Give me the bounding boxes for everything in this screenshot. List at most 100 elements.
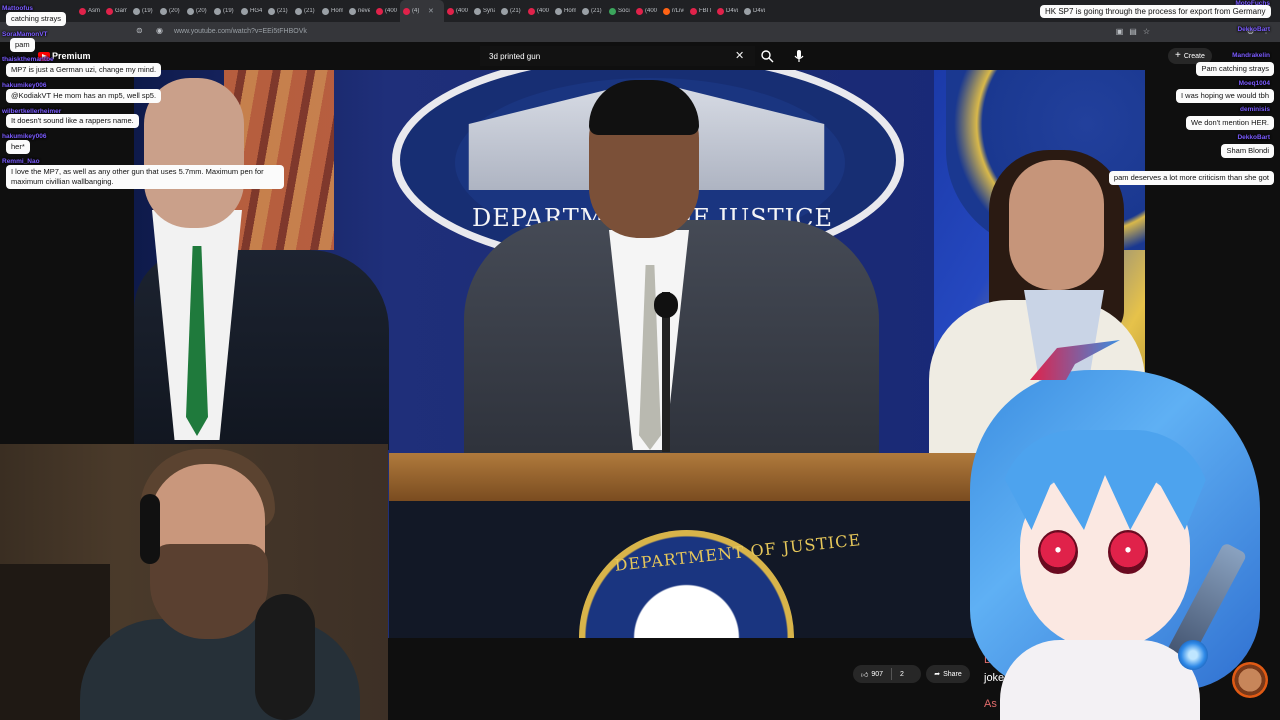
browser-tab[interactable]: (20) F [184, 0, 211, 22]
chat-message: pam deserves a lot more criticism than s… [1108, 171, 1274, 185]
chat-username: DekkoBart [1237, 26, 1270, 33]
tab-label: (20) F [169, 8, 181, 14]
youtube-header: Premium ✕ [0, 42, 1280, 70]
browser-tab[interactable]: Hom [319, 0, 346, 22]
tab-favicon-icon [582, 7, 589, 15]
create-label: Create [1183, 52, 1205, 60]
chat-message: It doesn't sound like a rappers name. [6, 114, 139, 128]
like-dislike-pill: 👍︎ 907 2 [853, 665, 921, 683]
browser-tab[interactable]: (20) F [157, 0, 184, 22]
tab-favicon-icon [79, 7, 86, 15]
bookmark-star-icon[interactable]: ☆ [1143, 27, 1150, 36]
share-icon: ➦ [934, 671, 941, 678]
tab-favicon-icon [744, 7, 751, 15]
tab-favicon-icon [636, 7, 643, 15]
youtube-logo-word: Premium [52, 51, 91, 61]
chat-message: her* [6, 140, 30, 154]
tab-label: Gam [115, 8, 127, 14]
tab-label: Asmo [88, 8, 100, 14]
thumbs-up-icon: 👍︎ [861, 671, 869, 679]
microphone-icon[interactable] [792, 49, 806, 63]
chat-username: thaiskthemantbe [2, 56, 54, 63]
tab-favicon-icon [322, 7, 329, 15]
chat-message: pam [10, 38, 35, 52]
browser-tab[interactable]: Hom [552, 0, 579, 22]
tab-favicon-icon [690, 7, 697, 15]
tab-label: never [358, 8, 370, 14]
browser-tab[interactable]: never [346, 0, 373, 22]
tab-favicon-icon [403, 7, 410, 15]
tab-label: Hom [331, 8, 343, 14]
tab-label: (20) F [196, 8, 208, 14]
tab-label: r/Live [672, 8, 684, 14]
tab-label: (21) K [510, 8, 522, 14]
browser-tab[interactable]: Socia [606, 0, 633, 22]
clear-search-icon[interactable]: ✕ [735, 49, 744, 63]
tab-label: (400) [456, 8, 468, 14]
tab-favicon-icon [717, 7, 724, 15]
tab-label: FBI R [699, 8, 711, 14]
browser-tab[interactable]: (21) F [579, 0, 606, 22]
dislike-count: 2 [900, 670, 904, 678]
chat-username: Mandrakelin [1232, 52, 1270, 59]
browser-tab[interactable]: (19) G [211, 0, 238, 22]
tab-close-icon[interactable]: ✕ [428, 7, 434, 15]
site-info-icon[interactable]: ⊜ [136, 26, 146, 36]
chat-username: deminisis [1240, 106, 1270, 113]
vtuber-right-eye [1108, 530, 1148, 574]
browser-tab[interactable]: (21) K [498, 0, 525, 22]
tab-favicon-icon [349, 7, 356, 15]
browser-tab[interactable]: (19) [130, 0, 157, 22]
tab-favicon-icon [106, 7, 113, 15]
vtuber-avatar [960, 340, 1280, 720]
vtuber-body [1000, 640, 1200, 720]
chat-username: hakumikey006 [2, 82, 47, 89]
browser-tab[interactable]: (400) [373, 0, 400, 22]
tab-label: (21) F [591, 8, 603, 14]
search-input[interactable] [480, 46, 755, 66]
url-text[interactable]: www.youtube.com/watch?v=EEi5tFHBOVk [174, 28, 307, 35]
tab-label: (400) [645, 8, 657, 14]
browser-tab[interactable]: (21) G [265, 0, 292, 22]
chat-username: Mattoofus [2, 5, 34, 12]
tab-label: Hom [564, 8, 576, 14]
dislike-button[interactable]: 2 [892, 671, 912, 678]
tab-favicon-icon [295, 7, 302, 15]
right-speaker-head [1009, 160, 1104, 290]
browser-tab[interactable]: (400) [525, 0, 552, 22]
tab-favicon-icon [663, 7, 670, 15]
streamer-webcam [0, 444, 388, 720]
tab-label: (19) G [223, 8, 235, 14]
chat-username: DekkoBart [1237, 134, 1270, 141]
chat-username: SoraMamonVT [2, 31, 48, 38]
chat-message: Pam catching strays [1196, 62, 1274, 76]
browser-tab[interactable]: FBI R [687, 0, 714, 22]
browser-tab[interactable]: Gam [103, 0, 130, 22]
extension-icon[interactable]: ◉ [156, 26, 166, 36]
bookmark-list-icon[interactable]: ▤ [1129, 27, 1137, 36]
browser-tab[interactable]: Asmo [76, 0, 103, 22]
plus-icon: + [1175, 50, 1181, 61]
tab-favicon-icon [555, 7, 562, 15]
tab-favicon-icon [474, 7, 481, 15]
browser-tab[interactable]: D4vd [741, 0, 768, 22]
vtuber-left-eye [1038, 530, 1078, 574]
browser-tab[interactable]: D4vd [714, 0, 741, 22]
tab-label: (400) [385, 8, 397, 14]
tab-favicon-icon [501, 7, 508, 15]
search-icon[interactable] [760, 49, 774, 63]
cast-icon[interactable]: ▣ [1116, 27, 1124, 36]
browser-tab[interactable]: (400) [633, 0, 660, 22]
chat-username: hakumikey006 [2, 133, 47, 140]
chat-username: Remmi_Nao [2, 158, 40, 165]
chat-message: MP7 is just a German uzi, change my mind… [6, 63, 162, 77]
tab-label: (21) G [277, 8, 289, 14]
browser-tab[interactable]: (400) [444, 0, 471, 22]
browser-tab[interactable]: r/Live [660, 0, 687, 22]
like-button[interactable]: 👍︎ 907 [853, 670, 891, 679]
browser-tab[interactable]: HG4 [238, 0, 265, 22]
browser-tab[interactable]: (4) ✕ [400, 0, 444, 22]
browser-tab[interactable]: Synar [471, 0, 498, 22]
tab-label: D4vd [726, 8, 738, 14]
browser-tab[interactable]: (21) [292, 0, 319, 22]
